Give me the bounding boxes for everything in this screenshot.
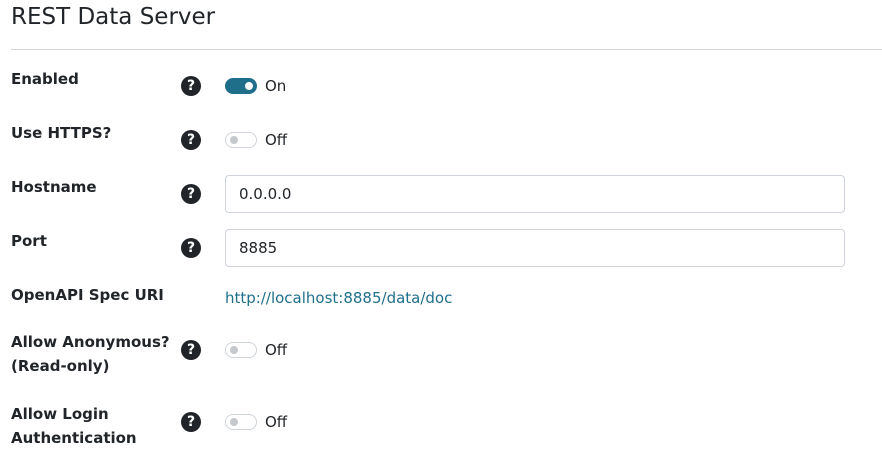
enabled-toggle[interactable] <box>225 78 257 94</box>
enabled-state-text: On <box>265 77 287 95</box>
allow-login-label: Allow Login <box>11 405 109 423</box>
question-circle-icon[interactable]: ? <box>181 412 201 432</box>
enabled-label: Enabled <box>11 70 79 88</box>
openapi-spec-uri-link[interactable]: http://localhost:8885/data/doc <box>225 288 452 308</box>
page-title: REST Data Server <box>11 4 216 30</box>
use-https-label: Use HTTPS? <box>11 124 112 142</box>
title-divider <box>11 49 882 50</box>
rest-data-server-settings: REST Data Server Enabled ? On Use HTTPS?… <box>0 0 882 464</box>
port-input[interactable]: 8885 <box>225 229 845 267</box>
use-https-toggle[interactable] <box>225 132 257 148</box>
openapi-spec-uri-label: OpenAPI Spec URI <box>11 286 164 304</box>
question-circle-icon[interactable]: ? <box>181 184 201 204</box>
allow-anonymous-sublabel: (Read-only) <box>11 357 110 375</box>
question-circle-icon[interactable]: ? <box>181 340 201 360</box>
hostname-input[interactable]: 0.0.0.0 <box>225 175 845 213</box>
toggle-knob <box>245 82 253 90</box>
allow-anonymous-label: Allow Anonymous? <box>11 333 170 351</box>
hostname-label: Hostname <box>11 178 97 196</box>
question-circle-icon[interactable]: ? <box>181 238 201 258</box>
question-circle-icon[interactable]: ? <box>181 130 201 150</box>
port-label: Port <box>11 232 47 250</box>
toggle-knob <box>230 346 238 354</box>
question-circle-icon[interactable]: ? <box>181 76 201 96</box>
toggle-knob <box>230 136 238 144</box>
allow-login-toggle[interactable] <box>225 414 257 430</box>
toggle-knob <box>230 418 238 426</box>
allow-login-state-text: Off <box>265 413 288 431</box>
allow-anonymous-toggle[interactable] <box>225 342 257 358</box>
allow-anonymous-state-text: Off <box>265 341 288 359</box>
use-https-state-text: Off <box>265 131 288 149</box>
allow-login-sublabel: Authentication <box>11 429 137 447</box>
